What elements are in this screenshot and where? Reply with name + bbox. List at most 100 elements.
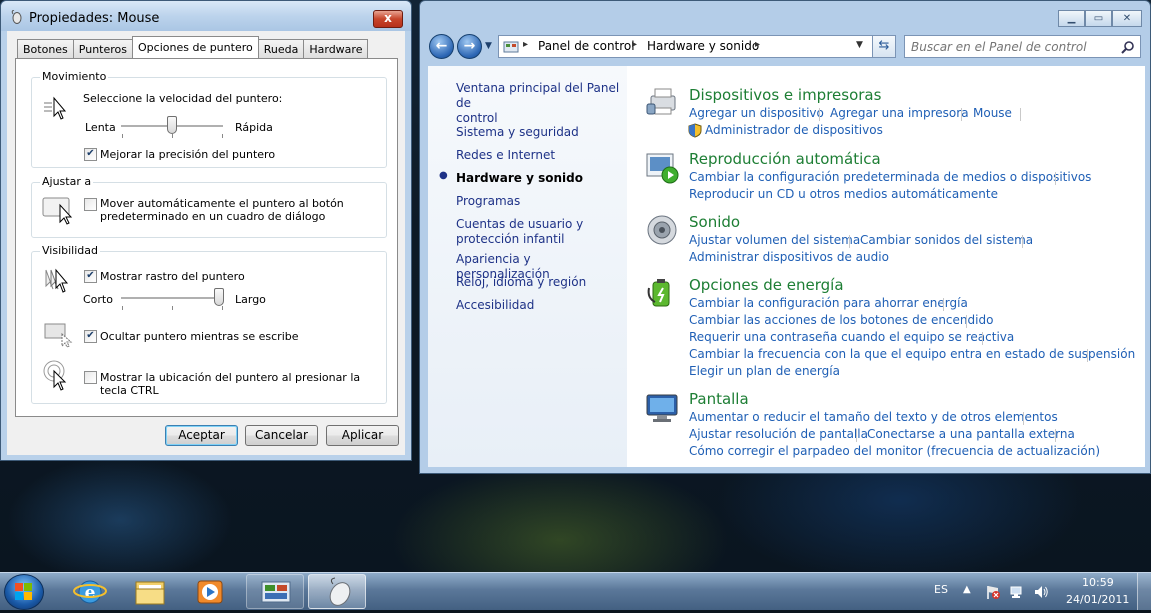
- breadcrumb-separator-icon[interactable]: ▸: [755, 39, 760, 50]
- link-monitor-flicker[interactable]: Cómo corregir el parpadeo del monitor (f…: [689, 444, 1100, 458]
- nav-user-accounts[interactable]: Cuentas de usuario y protección infantil: [456, 217, 583, 247]
- language-indicator[interactable]: ES: [934, 583, 948, 596]
- movement-group: Movimiento Seleccione la velocidad del p…: [31, 70, 387, 168]
- volume-speaker-icon[interactable]: [1033, 584, 1049, 600]
- link-adjust-volume[interactable]: Ajustar volumen del sistema: [689, 233, 860, 247]
- precision-checkbox[interactable]: ✔: [84, 148, 97, 161]
- internet-explorer-icon: e: [73, 580, 107, 604]
- link-choose-power-plan[interactable]: Elegir un plan de energía: [689, 364, 840, 378]
- link-external-display[interactable]: Conectarse a una pantalla externa: [867, 427, 1075, 441]
- address-history-chevron-icon[interactable]: ▼: [856, 40, 863, 50]
- control-panel-icon: [503, 41, 519, 53]
- category-sound[interactable]: Sonido: [689, 213, 740, 231]
- link-add-printer[interactable]: Agregar una impresora: [830, 106, 969, 120]
- link-separator: [1055, 172, 1056, 185]
- control-panel-content: Dispositivos e impresoras Agregar un dis…: [627, 66, 1145, 467]
- dialog-title: Propiedades: Mouse: [29, 11, 160, 26]
- display-monitor-icon: [646, 394, 678, 422]
- link-text-size[interactable]: Aumentar o reducir el tamaño del texto y…: [689, 410, 1058, 424]
- link-separator: [849, 235, 850, 248]
- link-sleep-frequency[interactable]: Cambiar la frecuencia con la que el equi…: [689, 347, 1135, 361]
- action-center-flag-icon[interactable]: [985, 584, 1001, 600]
- breadcrumb-separator-icon[interactable]: ▸: [632, 39, 637, 50]
- trail-tick: [172, 306, 173, 310]
- link-manage-audio-devices[interactable]: Administrar dispositivos de audio: [689, 250, 889, 264]
- pointer-trails-checkbox[interactable]: ✔: [84, 270, 97, 283]
- snap-to-checkbox[interactable]: [84, 198, 97, 211]
- trail-length-slider-thumb[interactable]: [214, 288, 224, 306]
- back-button[interactable]: ←: [429, 34, 454, 59]
- breadcrumb-hardware-sound[interactable]: Hardware y sonido: [647, 39, 759, 53]
- speed-slider-thumb[interactable]: [167, 116, 177, 134]
- maximize-button[interactable]: ▭: [1085, 10, 1112, 27]
- control-panel-window: ▁ ▭ ✕ ← → ▼ ▸ Panel de control ▸ Hardwar…: [419, 0, 1151, 474]
- link-require-password-wake[interactable]: Requerir una contraseña cuando el equipo…: [689, 330, 1014, 344]
- link-change-default-media[interactable]: Cambiar la configuración predeterminada …: [689, 170, 1091, 184]
- nav-hardware-sound[interactable]: Hardware y sonido: [456, 171, 583, 186]
- dialog-titlebar[interactable]: Propiedades: Mouse x: [1, 1, 411, 31]
- search-box[interactable]: [904, 35, 1141, 58]
- network-icon[interactable]: [1009, 584, 1025, 600]
- clock-date[interactable]: 24/01/2011: [1066, 593, 1129, 606]
- category-devices-printers[interactable]: Dispositivos e impresoras: [689, 86, 881, 104]
- nav-network-internet[interactable]: Redes e Internet: [456, 148, 555, 163]
- sound-speaker-icon: [647, 215, 677, 245]
- link-add-device[interactable]: Agregar un dispositivo: [689, 106, 824, 120]
- address-bar[interactable]: ▸ Panel de control ▸ Hardware y sonido ▸…: [498, 35, 888, 58]
- nav-system-security[interactable]: Sistema y seguridad: [456, 125, 579, 140]
- pointer-options-page: Movimiento Seleccione la velocidad del p…: [15, 58, 398, 417]
- show-location-ctrl-checkbox[interactable]: [84, 371, 97, 384]
- tab-rueda[interactable]: Rueda: [257, 39, 305, 58]
- link-mouse[interactable]: Mouse: [973, 106, 1012, 120]
- taskbar-media-player[interactable]: [181, 574, 239, 609]
- snap-to-label-line1: Mover automáticamente el puntero al botó…: [100, 197, 344, 210]
- minimize-button[interactable]: ▁: [1058, 10, 1085, 27]
- cancel-button[interactable]: Cancelar: [245, 425, 318, 446]
- category-power-options[interactable]: Opciones de energía: [689, 276, 844, 294]
- nav-programs[interactable]: Programas: [456, 194, 520, 209]
- tab-botones[interactable]: Botones: [17, 39, 74, 58]
- search-input[interactable]: [911, 37, 1116, 56]
- nav-accessibility[interactable]: Accesibilidad: [456, 298, 534, 313]
- link-device-manager[interactable]: Administrador de dispositivos: [705, 123, 883, 137]
- nav-control-panel-home[interactable]: Ventana principal del Panel de control: [456, 81, 627, 126]
- link-power-button-actions[interactable]: Cambiar las acciones de los botones de e…: [689, 313, 993, 327]
- breadcrumb-control-panel[interactable]: Panel de control: [538, 39, 635, 53]
- taskbar-internet-explorer[interactable]: e: [61, 574, 119, 609]
- search-icon[interactable]: [1121, 40, 1135, 54]
- apply-button[interactable]: Aplicar: [326, 425, 399, 446]
- show-desktop-button[interactable]: [1137, 573, 1151, 610]
- link-power-saving-settings[interactable]: Cambiar la configuración para ahorrar en…: [689, 296, 968, 310]
- tab-hardware[interactable]: Hardware: [303, 39, 369, 58]
- link-play-cd-automatically[interactable]: Reproducir un CD u otros medios automáti…: [689, 187, 998, 201]
- pointer-trails-label: Mostrar rastro del puntero: [100, 270, 245, 283]
- taskbar-mouse-properties[interactable]: [308, 574, 366, 609]
- snap-to-icon: [42, 197, 73, 225]
- refresh-button[interactable]: ⇆: [872, 35, 896, 58]
- link-screen-resolution[interactable]: Ajustar resolución de pantalla: [689, 427, 868, 441]
- tab-opciones-de-puntero[interactable]: Opciones de puntero: [132, 36, 259, 58]
- precision-label: Mejorar la precisión del puntero: [100, 148, 276, 161]
- pointer-speed-icon: [44, 96, 67, 120]
- trail-length-slider-track[interactable]: [121, 297, 223, 300]
- recent-pages-dropdown-icon[interactable]: ▼: [485, 41, 492, 51]
- window-close-button[interactable]: ✕: [1112, 10, 1142, 27]
- start-button[interactable]: [4, 574, 44, 610]
- link-separator: [943, 298, 944, 311]
- pointer-trails-icon: [45, 268, 69, 293]
- category-autoplay[interactable]: Reproducción automática: [689, 150, 881, 168]
- show-hidden-icons-chevron-icon[interactable]: ▲: [963, 584, 971, 595]
- close-button[interactable]: x: [373, 10, 403, 28]
- hide-while-typing-checkbox[interactable]: ✔: [84, 330, 97, 343]
- tab-punteros[interactable]: Punteros: [72, 39, 134, 58]
- clock-time[interactable]: 10:59: [1082, 576, 1114, 589]
- ok-button[interactable]: Aceptar: [165, 425, 238, 446]
- visibility-group: Visibilidad ✔ Mostrar rastro del puntero…: [31, 244, 387, 404]
- category-display[interactable]: Pantalla: [689, 390, 749, 408]
- taskbar-control-panel[interactable]: [246, 574, 304, 609]
- nav-clock-language[interactable]: Reloj, idioma y región: [456, 275, 586, 290]
- link-change-system-sounds[interactable]: Cambiar sonidos del sistema: [860, 233, 1033, 247]
- forward-button[interactable]: →: [457, 34, 482, 59]
- taskbar-file-explorer[interactable]: [121, 574, 179, 609]
- speed-prompt: Seleccione la velocidad del puntero:: [83, 92, 283, 105]
